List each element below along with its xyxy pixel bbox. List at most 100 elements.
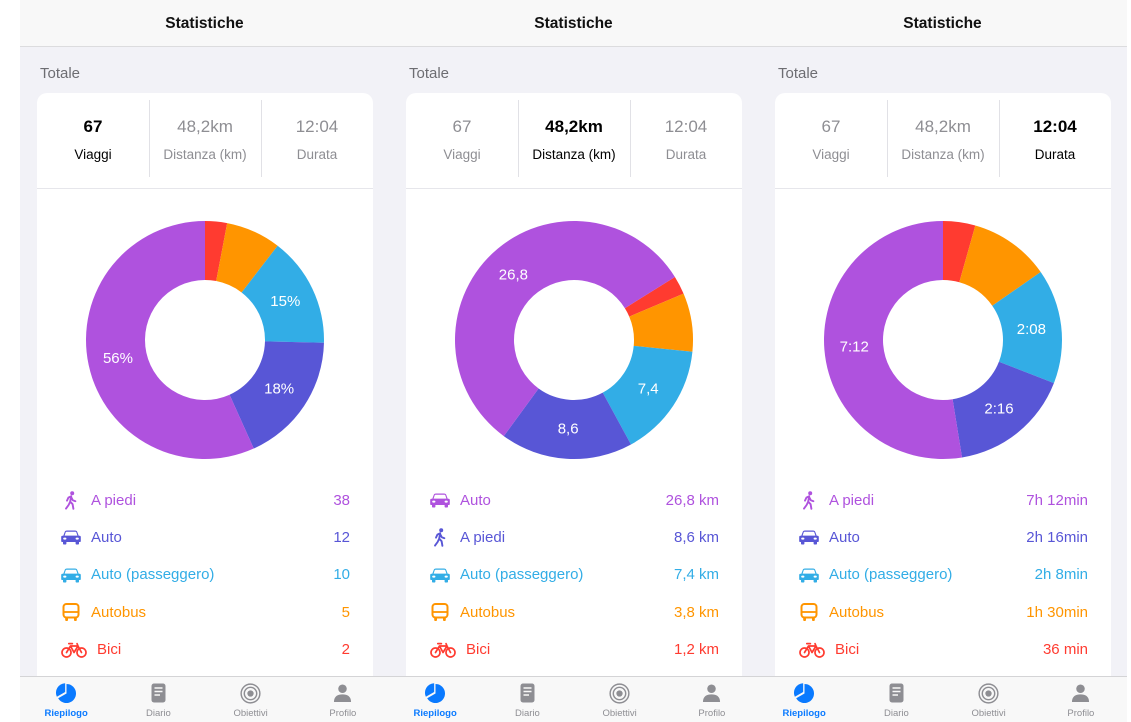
legend-item-auto: Auto 12	[37, 519, 373, 556]
legend-item-autobus: Autobus 1h 30min	[775, 594, 1111, 631]
legend-item-auto: Auto 26,8 km	[406, 482, 742, 519]
tab-label: Profilo	[1067, 708, 1095, 719]
segment-label: Distanza (km)	[532, 147, 616, 162]
segment-trips[interactable]: 67 Viaggi	[775, 93, 887, 188]
car-icon	[430, 493, 450, 508]
tab-profilo[interactable]: Profilo	[666, 677, 758, 722]
donut-chart: 2:08 2:16 7:12	[824, 221, 1062, 459]
legend-label: Bici	[97, 640, 122, 658]
legend-value: 1,2 km	[673, 640, 719, 658]
tab-profilo[interactable]: Profilo	[1035, 677, 1127, 722]
page-title: Statistiche	[903, 15, 982, 32]
pie-chart-icon	[424, 682, 446, 704]
legend-value: 3,8 km	[673, 603, 719, 621]
tab-diario[interactable]: Diario	[112, 677, 204, 722]
tab-bar: Riepilogo Diario Obiettivi Profilo	[389, 676, 758, 722]
segment-duration[interactable]: 12:04 Durata	[630, 93, 742, 188]
segment-trips[interactable]: 67 Viaggi	[37, 93, 149, 188]
car-icon	[799, 530, 819, 545]
legend-value: 38	[333, 491, 350, 509]
bicycle-icon	[799, 642, 825, 658]
legend-list: A piedi 38 Auto 12 Auto (passeggero) 10 …	[37, 482, 373, 668]
slice-label: 18%	[264, 381, 294, 398]
legend-label: Autobus	[91, 603, 147, 621]
bus-icon	[799, 603, 819, 622]
bus-icon	[61, 603, 81, 622]
segment-duration[interactable]: 12:04 Durata	[999, 93, 1111, 188]
statistics-card: 67 Viaggi 48,2km Distanza (km) 12:04 Dur…	[406, 93, 742, 722]
statistics-screen: Statistiche Totale 67 Viaggi 48,2km Dist…	[389, 0, 758, 722]
document-icon	[889, 682, 904, 704]
legend-value: 8,6 km	[673, 528, 719, 546]
walking-icon	[430, 528, 450, 548]
legend-value: 7,4 km	[673, 566, 719, 584]
segment-duration[interactable]: 12:04 Durata	[261, 93, 373, 188]
donut-chart: 7,4 8,6 26,8	[455, 221, 693, 459]
legend-label: Auto	[460, 491, 491, 509]
legend-label: Auto	[91, 528, 122, 546]
statistics-card: 67 Viaggi 48,2km Distanza (km) 12:04 Dur…	[37, 93, 373, 722]
tab-riepilogo[interactable]: Riepilogo	[758, 677, 850, 722]
tab-obiettivi[interactable]: Obiettivi	[943, 677, 1035, 722]
section-label: Totale	[778, 65, 819, 82]
page-title: Statistiche	[534, 15, 613, 32]
segment-value: 48,2km	[177, 117, 233, 136]
person-icon	[333, 682, 352, 704]
tab-diario[interactable]: Diario	[850, 677, 942, 722]
legend-value: 10	[333, 566, 350, 584]
walking-icon	[61, 491, 81, 510]
statistics-screens: Statistiche Totale 67 Viaggi 48,2km Dist…	[0, 0, 1131, 722]
tab-riepilogo[interactable]: Riepilogo	[20, 677, 112, 722]
document-icon	[520, 682, 535, 704]
legend-item-auto: Auto 2h 16min	[775, 519, 1111, 556]
tab-profilo[interactable]: Profilo	[297, 677, 389, 722]
tab-obiettivi[interactable]: Obiettivi	[205, 677, 297, 722]
segment-distance[interactable]: 48,2km Distanza (km)	[149, 93, 261, 188]
pie-chart-icon	[55, 682, 77, 704]
nav-bar: Statistiche	[758, 0, 1127, 47]
tab-label: Diario	[145, 708, 171, 719]
segment-distance[interactable]: 48,2km Distanza (km)	[887, 93, 999, 188]
pie-chart-icon	[793, 682, 815, 704]
legend-value: 2	[341, 640, 350, 658]
segment-trips[interactable]: 67 Viaggi	[406, 93, 518, 188]
summary-segmented-control: 67 Viaggi 48,2km Distanza (km) 12:04 Dur…	[406, 93, 742, 189]
legend-item-bici: Bici 2	[37, 631, 373, 668]
segment-label: Durata	[665, 147, 707, 162]
tab-obiettivi[interactable]: Obiettivi	[574, 677, 666, 722]
tab-label: Profilo	[329, 708, 357, 719]
tab-label: Obiettivi	[971, 708, 1006, 719]
tab-diario[interactable]: Diario	[481, 677, 573, 722]
slice-label: 26,8	[499, 266, 528, 283]
legend-item-a-piedi: A piedi 8,6 km	[406, 519, 742, 556]
segment-distance[interactable]: 48,2km Distanza (km)	[518, 93, 630, 188]
summary-segmented-control: 67 Viaggi 48,2km Distanza (km) 12:04 Dur…	[775, 93, 1111, 189]
legend-value: 1h 30min	[1026, 603, 1088, 621]
legend-value: 5	[341, 603, 350, 621]
legend-label: Bici	[466, 640, 491, 658]
tab-label: Riepilogo	[44, 708, 88, 719]
legend-item-autobus: Autobus 3,8 km	[406, 594, 742, 631]
tab-riepilogo[interactable]: Riepilogo	[389, 677, 481, 722]
legend-value: 36 min	[1042, 640, 1088, 658]
legend-item-autobus: Autobus 5	[37, 594, 373, 631]
walking-icon	[799, 491, 819, 510]
segment-value: 12:04	[295, 117, 339, 136]
legend-list: A piedi 7h 12min Auto 2h 16min Auto (pas…	[775, 482, 1111, 668]
nav-bar: Statistiche	[20, 0, 389, 47]
tab-label: Riepilogo	[413, 708, 457, 719]
legend-item-bici: Bici 36 min	[775, 631, 1111, 668]
segment-value: 67	[452, 117, 472, 136]
legend-label: Auto (passeggero)	[829, 566, 953, 584]
tab-label: Obiettivi	[233, 708, 268, 719]
tab-label: Riepilogo	[782, 708, 826, 719]
donut-chart: 15% 18% 56%	[86, 221, 324, 459]
legend-label: A piedi	[91, 491, 137, 509]
legend-label: Auto	[829, 528, 860, 546]
slice-label: 8,6	[558, 420, 579, 437]
legend-label: Autobus	[460, 603, 516, 621]
segment-label: Durata	[296, 147, 338, 162]
person-icon	[1071, 682, 1090, 704]
slice-label: 56%	[103, 350, 133, 367]
person-icon	[702, 682, 721, 704]
